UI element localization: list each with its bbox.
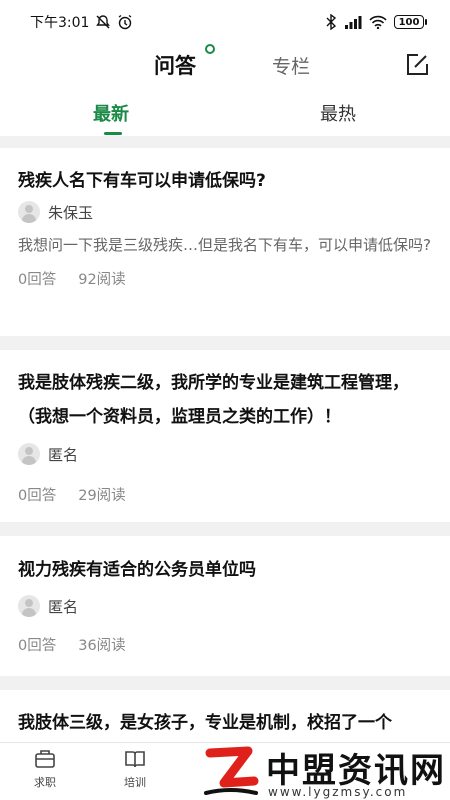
- tab-latest[interactable]: 最新: [93, 100, 129, 126]
- watermark-logo: [204, 746, 259, 795]
- post-stats: 0回答 36阅读: [18, 634, 432, 655]
- read-count: 36阅读: [78, 638, 126, 654]
- app-root: 下午3:01 100 问答 专栏 最新 最热 残疾人名下有车可以申请低保吗? 朱…: [0, 0, 450, 800]
- post-stats: 0回答 29阅读: [18, 484, 432, 505]
- author-name: 匿名: [48, 597, 79, 616]
- post-card[interactable]: 我是肢体残疾二级，我所学的专业是建筑工程管理，（我想一个资料员，监理员之类的工作…: [0, 350, 450, 522]
- bluetooth-icon: [325, 14, 337, 30]
- post-card[interactable]: 残疾人名下有车可以申请低保吗? 朱保玉 我想问一下我是三级残疾…但是我名下有车，…: [0, 148, 450, 336]
- author-name: 匿名: [48, 445, 79, 464]
- new-indicator-dot: [205, 44, 215, 54]
- watermark: 中盟资讯网 www.lygzmsy.com: [196, 743, 450, 800]
- watermark-url: www.lygzmsy.com: [268, 785, 408, 799]
- tab-hottest[interactable]: 最热: [320, 100, 356, 126]
- read-count: 29阅读: [78, 488, 126, 504]
- sub-tabs: 最新 最热: [0, 88, 450, 136]
- answer-count: 0回答: [18, 272, 57, 288]
- avatar: [18, 443, 40, 465]
- briefcase-icon: [34, 749, 56, 772]
- status-bar: 下午3:01 100: [0, 0, 450, 44]
- post-body: 我想问一下我是三级残疾…但是我名下有车，可以申请低保吗?: [18, 236, 431, 254]
- alarm-icon: [117, 14, 133, 30]
- active-tab-indicator: [104, 132, 122, 135]
- post-author: 朱保玉: [18, 200, 432, 224]
- edit-icon[interactable]: [404, 52, 430, 78]
- battery-level: 100: [398, 16, 420, 28]
- mute-bell-icon: [95, 14, 111, 30]
- nav-item-jobs[interactable]: 求职: [20, 749, 70, 790]
- post-card[interactable]: 视力残疾有适合的公务员单位吗 匿名 0回答 36阅读: [0, 536, 450, 676]
- post-stats: 0回答 92阅读: [18, 268, 432, 289]
- post-card[interactable]: 我肢体三级，是女孩子，专业是机制，校招了一个: [0, 690, 450, 750]
- author-name: 朱保玉: [48, 203, 94, 222]
- nav-label-jobs: 求职: [34, 776, 56, 789]
- answer-count: 0回答: [18, 638, 57, 654]
- tab-qa[interactable]: 问答: [154, 50, 196, 80]
- post-author: 匿名: [18, 594, 432, 618]
- avatar: [18, 201, 40, 223]
- wifi-icon: [369, 15, 387, 29]
- status-left: 下午3:01: [30, 12, 133, 32]
- post-title[interactable]: 视力残疾有适合的公务员单位吗: [18, 553, 432, 587]
- post-title[interactable]: 我是肢体残疾二级，我所学的专业是建筑工程管理，（我想一个资料员，监理员之类的工作…: [18, 366, 432, 434]
- post-title[interactable]: 我肢体三级，是女孩子，专业是机制，校招了一个: [18, 706, 432, 740]
- nav-label-training: 培训: [124, 776, 146, 789]
- status-time: 下午3:01: [30, 15, 90, 31]
- status-right: 100: [325, 14, 427, 30]
- top-nav: 问答 专栏: [0, 44, 450, 88]
- post-title[interactable]: 残疾人名下有车可以申请低保吗?: [18, 164, 432, 198]
- avatar: [18, 595, 40, 617]
- battery-icon: 100: [394, 15, 427, 29]
- read-count: 92阅读: [78, 272, 126, 288]
- post-author: 匿名: [18, 442, 432, 466]
- tab-column[interactable]: 专栏: [272, 52, 310, 79]
- answer-count: 0回答: [18, 488, 57, 504]
- book-icon: [124, 749, 146, 772]
- nav-item-training[interactable]: 培训: [110, 749, 160, 790]
- signal-icon: [344, 15, 362, 29]
